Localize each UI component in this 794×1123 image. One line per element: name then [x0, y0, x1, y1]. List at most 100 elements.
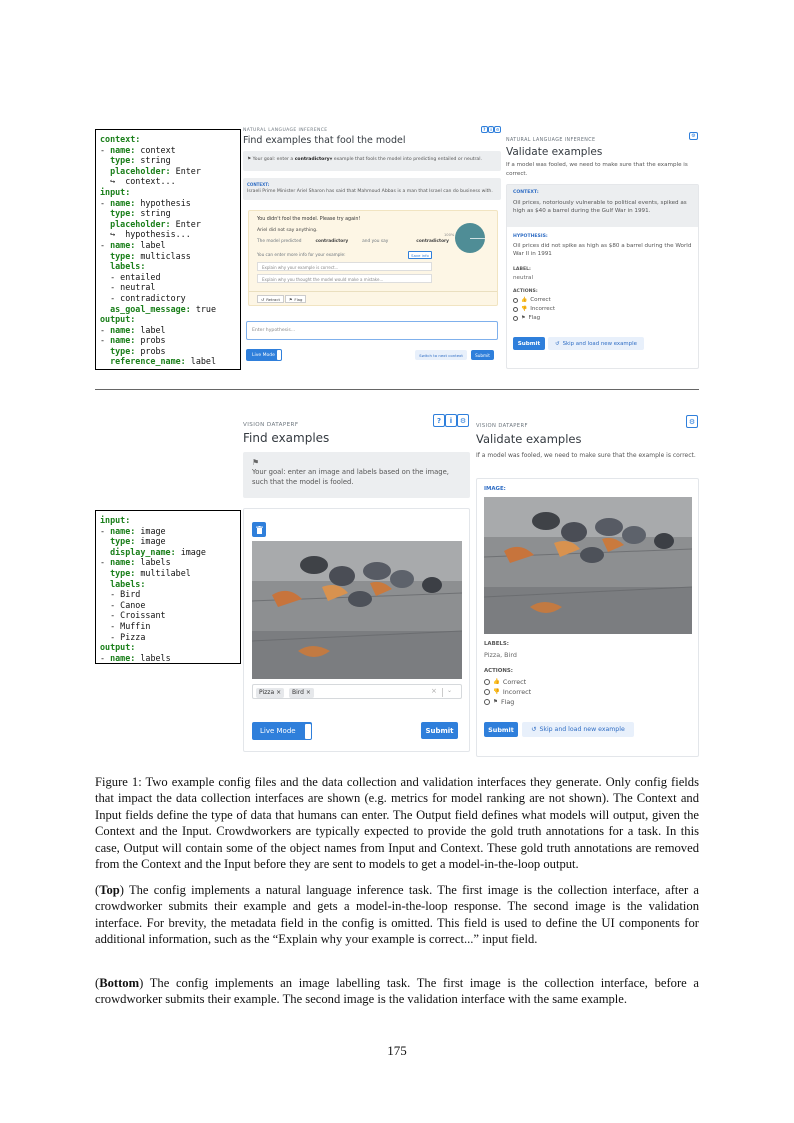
config-line: as_goal_message: true	[110, 303, 216, 314]
goal-box: ⚑ Your goal: enter an image and labels b…	[243, 452, 470, 498]
action-incorrect[interactable]: 👎 Incorrect	[513, 306, 555, 312]
config-line: type: multiclass	[110, 250, 191, 261]
action-incorrect[interactable]: 👎 Incorrect	[484, 688, 531, 696]
config-line: type: string	[110, 208, 171, 219]
action-label: Flag	[528, 315, 541, 321]
config-line: display_name: image	[110, 546, 206, 557]
intro-text: If a model was fooled, we need to make s…	[506, 162, 688, 177]
config-line: input:	[100, 515, 131, 525]
skip-button[interactable]: ↺ Skip and load new example	[548, 337, 644, 350]
flag-button[interactable]: ⚑ Flag	[285, 295, 307, 303]
action-label: Incorrect	[530, 306, 556, 312]
goal-label-dropdown[interactable]: contradictory	[295, 157, 330, 162]
config-line: placeholder: Enter	[110, 165, 201, 176]
info-icon[interactable]: i	[445, 414, 457, 427]
config-line: labels:	[110, 578, 146, 589]
select-divider	[442, 688, 443, 697]
config-line: type: string	[110, 155, 171, 166]
radio-button[interactable]	[484, 689, 490, 695]
page-title: Validate examples	[476, 432, 582, 446]
vision-config-box: input: - name: image type: image display_…	[95, 510, 241, 664]
context-heading: CONTEXT:	[513, 190, 539, 195]
radio-button[interactable]	[513, 315, 518, 321]
section-divider	[95, 389, 699, 390]
remove-tag-icon[interactable]: ×	[276, 689, 281, 696]
live-mode-toggle[interactable]: Live Mode	[252, 722, 312, 740]
explain-correct-input[interactable]: Explain why your example is correct...	[257, 262, 432, 271]
goal-suffix: example that fools the model into predic…	[333, 157, 482, 162]
tag-label: Bird	[292, 688, 304, 696]
retract-label: Retract	[266, 296, 280, 302]
toggle-knob	[277, 350, 281, 360]
settings-icon[interactable]: ⚙	[689, 132, 698, 140]
clear-icon[interactable]: ×	[431, 687, 437, 695]
refresh-icon: ↺	[555, 340, 560, 347]
config-line: output:	[100, 642, 136, 653]
labels-select[interactable]: Pizza × Bird × × ⌄	[252, 684, 462, 699]
figure-caption: Figure 1: Two example config files and t…	[95, 775, 699, 872]
config-line: - Bird	[100, 589, 141, 600]
submit-button[interactable]: Submit	[484, 722, 518, 737]
radio-button[interactable]	[513, 297, 518, 303]
label-value: neutral	[513, 275, 534, 281]
actions-heading: ACTIONS:	[484, 668, 513, 674]
action-flag[interactable]: ⚑ Flag	[484, 698, 514, 706]
chevron-down-icon[interactable]: ⌄	[447, 687, 452, 694]
hypothesis-heading: HYPOTHESIS:	[513, 234, 548, 239]
tag-bird[interactable]: Bird ×	[289, 687, 314, 698]
page-number: 175	[387, 1043, 407, 1058]
info-icon[interactable]: i	[487, 126, 495, 133]
switch-context-button[interactable]: Switch to next context	[415, 350, 467, 360]
radio-button[interactable]	[513, 306, 518, 312]
prediction-row: The model predicted contradictory and yo…	[257, 239, 457, 244]
submit-button[interactable]: Submit	[471, 350, 494, 360]
action-flag[interactable]: ⚑ Flag	[513, 315, 540, 321]
config-line: - name: hypothesis	[100, 197, 191, 208]
config-line: - Pizza	[100, 631, 146, 642]
radio-button[interactable]	[484, 699, 490, 705]
action-label: Flag	[500, 698, 515, 706]
actions-heading: ACTIONS:	[513, 289, 538, 294]
submit-button[interactable]: Submit	[421, 722, 458, 739]
settings-icon[interactable]: ⚙	[686, 415, 698, 428]
config-line: labels:	[110, 261, 146, 272]
flag-label: Flag	[294, 296, 303, 302]
submit-button[interactable]: Submit	[513, 337, 545, 350]
save-info-button[interactable]: Save info	[408, 251, 432, 259]
validation-card: IMAGE: LABELS: Pizza, Bird ACTIONS: 👍 Co…	[476, 478, 699, 757]
caption-top-label: Top	[99, 883, 120, 897]
section-caption: VISION DATAPERF	[243, 422, 299, 428]
config-line: - name: labels	[100, 557, 171, 568]
retract-button[interactable]: ↺ Retract	[257, 295, 284, 303]
action-label: Incorrect	[502, 688, 532, 696]
help-icon[interactable]: ?	[481, 126, 488, 133]
delete-image-button[interactable]	[252, 522, 266, 537]
header-icon-group: ? i ⚙	[433, 414, 470, 427]
tag-label: Pizza	[259, 688, 275, 696]
page-title: Validate examples	[506, 146, 603, 158]
config-line: - contradictory	[100, 292, 186, 303]
hypothesis-input[interactable]: Enter hypothesis...	[246, 321, 498, 340]
remove-tag-icon[interactable]: ×	[306, 689, 311, 696]
config-line: - name: image	[100, 525, 166, 536]
page-title: Find examples that fool the model	[243, 135, 406, 146]
live-mode-toggle[interactable]: Live Mode	[246, 349, 282, 361]
action-correct[interactable]: 👍 Correct	[484, 678, 526, 686]
explain-wrong-input[interactable]: Explain why you thought the model would …	[257, 274, 432, 283]
skip-button[interactable]: ↺ Skip and load new example	[522, 722, 634, 737]
tag-pizza[interactable]: Pizza ×	[256, 687, 285, 698]
upload-card: Pizza × Bird × × ⌄ Live Mode Submit	[243, 508, 470, 752]
skip-label: Skip and load new example	[562, 340, 637, 347]
labels-heading: LABELS:	[484, 641, 509, 647]
context-box: CONTEXT: Israeli Prime Minister Ariel Sh…	[243, 178, 501, 200]
config-line: - name: context	[100, 144, 176, 155]
goal-prefix: Your goal: enter a	[252, 157, 294, 162]
caption-bottom-paragraph: (Bottom) The config implements an image …	[95, 976, 699, 1007]
pigeons-pizza-image	[252, 541, 462, 679]
settings-icon[interactable]: ⚙	[457, 414, 469, 427]
help-icon[interactable]: ?	[433, 414, 445, 427]
action-correct[interactable]: 👍 Correct	[513, 297, 551, 303]
radio-button[interactable]	[484, 679, 490, 685]
settings-icon[interactable]: ⚙	[494, 126, 502, 133]
config-line: - Croissant	[100, 610, 166, 621]
